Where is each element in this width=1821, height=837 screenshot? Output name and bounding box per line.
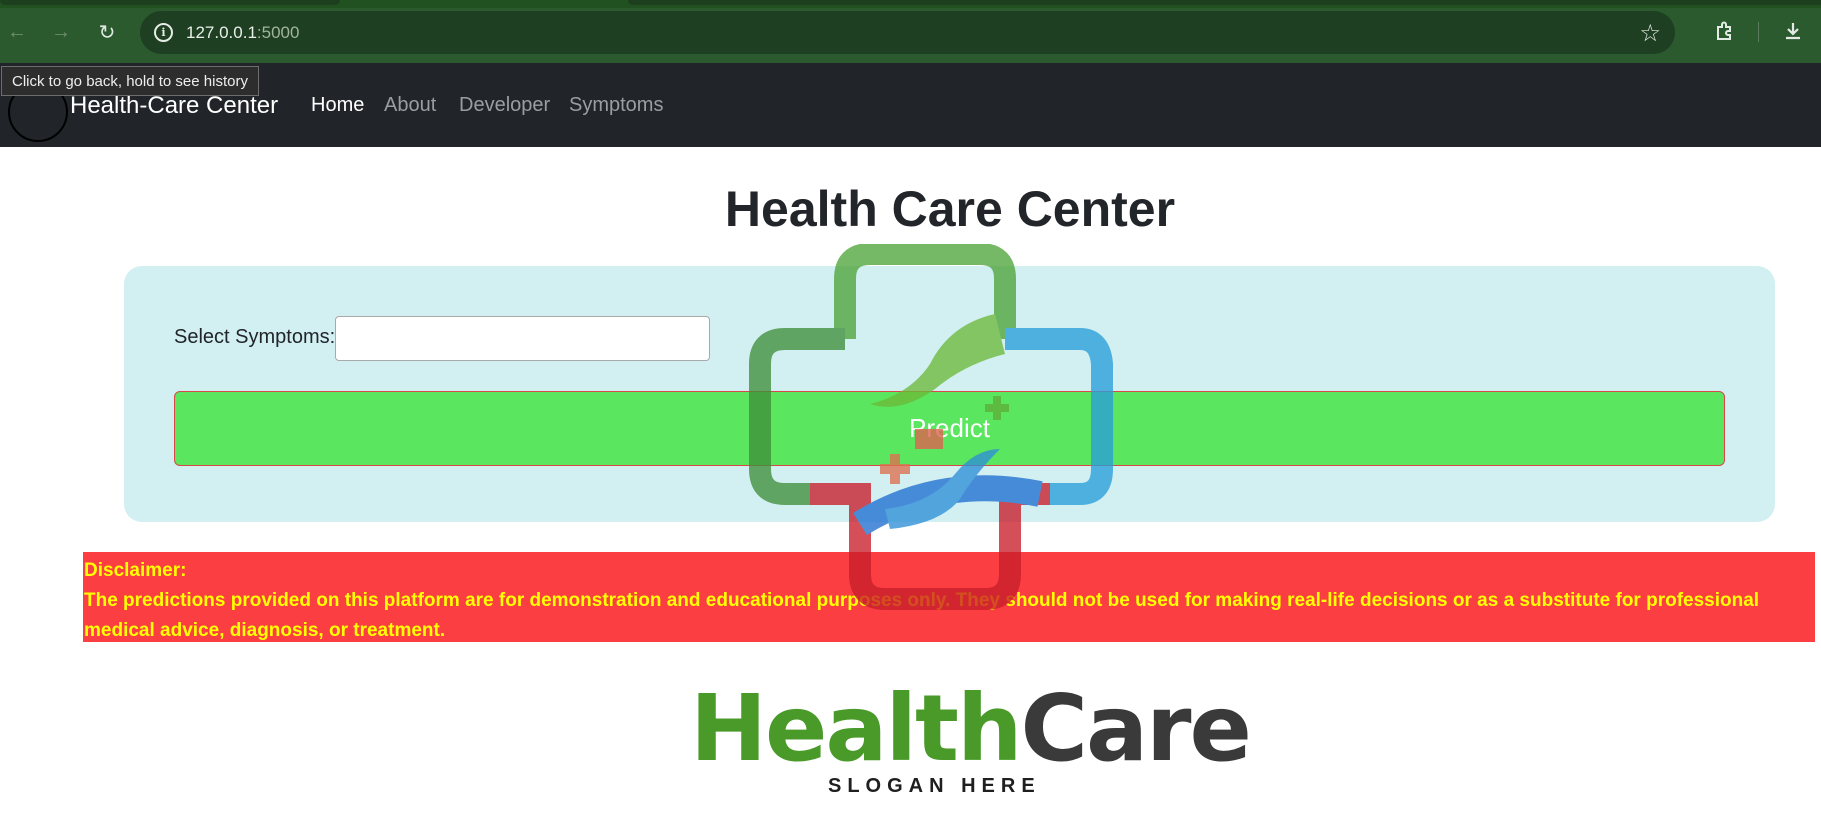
symptoms-input[interactable] bbox=[335, 316, 710, 361]
forward-arrow-icon[interactable]: → bbox=[46, 17, 76, 47]
healthcare-wordmark-logo: HealthCare SLOGAN HERE bbox=[690, 675, 1252, 797]
info-icon[interactable]: i bbox=[154, 23, 173, 42]
browser-toolbar: ← → ↻ i 127.0.0.1:5000 ☆ bbox=[0, 0, 1821, 63]
extensions-icon[interactable] bbox=[1710, 16, 1740, 46]
reload-icon[interactable]: ↻ bbox=[92, 17, 122, 47]
back-arrow-icon[interactable]: ← bbox=[2, 17, 32, 47]
wordmark-care: Care bbox=[1020, 675, 1251, 782]
nav-link-symptoms[interactable]: Symptoms bbox=[569, 94, 663, 117]
disclaimer-text: The predictions provided on this platfor… bbox=[84, 590, 1760, 641]
disclaimer-heading: Disclaimer: bbox=[84, 560, 187, 581]
symptoms-form-card: Select Symptoms: Predict bbox=[124, 266, 1775, 522]
toolbar-divider bbox=[1758, 22, 1759, 42]
address-bar[interactable]: i 127.0.0.1:5000 ☆ bbox=[140, 11, 1675, 54]
site-navbar: Health-Care Center Home About Developer … bbox=[0, 63, 1821, 147]
nav-link-about[interactable]: About bbox=[384, 94, 436, 117]
tab[interactable] bbox=[0, 0, 340, 5]
brand-name[interactable]: Health-Care Center bbox=[70, 92, 278, 120]
back-button-tooltip: Click to go back, hold to see history bbox=[1, 66, 259, 96]
symptoms-label: Select Symptoms: bbox=[174, 326, 336, 348]
url-text[interactable]: 127.0.0.1:5000 bbox=[186, 23, 299, 43]
page-title: Health Care Center bbox=[724, 181, 1176, 237]
bookmark-star-icon[interactable]: ☆ bbox=[1639, 19, 1661, 48]
url-port: :5000 bbox=[256, 23, 300, 42]
download-icon[interactable] bbox=[1778, 16, 1808, 46]
tab[interactable] bbox=[628, 0, 1821, 5]
url-host: 127.0.0.1 bbox=[186, 23, 257, 42]
nav-link-developer[interactable]: Developer bbox=[459, 94, 550, 117]
wordmark-text: HealthCare bbox=[690, 675, 1252, 782]
nav-link-home[interactable]: Home bbox=[311, 94, 364, 117]
wordmark-health: Health bbox=[690, 675, 1022, 782]
predict-button[interactable]: Predict bbox=[174, 391, 1725, 466]
disclaimer-banner: Disclaimer: The predictions provided on … bbox=[83, 552, 1815, 642]
slogan-text: SLOGAN HERE bbox=[828, 775, 1041, 797]
